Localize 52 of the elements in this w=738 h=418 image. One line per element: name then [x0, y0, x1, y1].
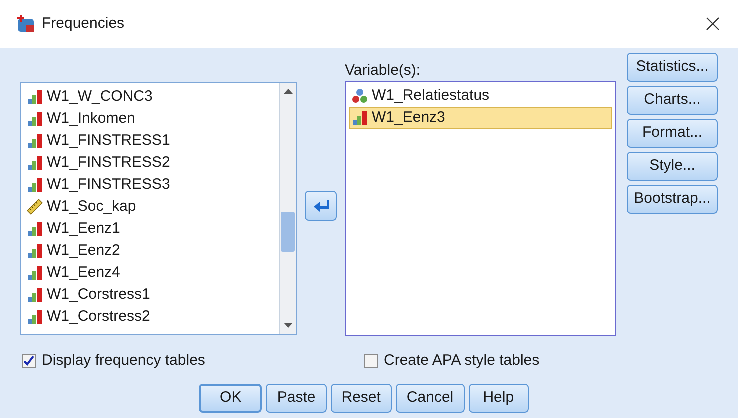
- side-button[interactable]: Format...: [627, 119, 718, 148]
- variable-item[interactable]: W1_Eenz2: [24, 240, 279, 262]
- up-arrow-icon[interactable]: [284, 89, 292, 94]
- bar-chart-icon: [27, 265, 43, 281]
- variable-item[interactable]: W1_Eenz3: [349, 107, 612, 129]
- variable-item[interactable]: W1_FINSTRESS1: [24, 130, 279, 152]
- variable-item[interactable]: W1_FINSTRESS3: [24, 174, 279, 196]
- move-button[interactable]: [305, 191, 337, 221]
- scrollbar[interactable]: [279, 83, 296, 334]
- variable-item[interactable]: W1_Inkomen: [24, 108, 279, 130]
- down-arrow-icon[interactable]: [284, 323, 292, 328]
- bar-chart-icon: [352, 110, 368, 126]
- side-button[interactable]: Bootstrap...: [627, 185, 718, 214]
- bar-chart-icon: [27, 111, 43, 127]
- side-button[interactable]: Statistics...: [627, 53, 718, 82]
- variables-label: Variable(s):: [345, 61, 422, 81]
- bar-chart-icon: [27, 133, 43, 149]
- bar-chart-icon: [27, 243, 43, 259]
- variable-item[interactable]: W1_Corstress1: [24, 284, 279, 306]
- left-arrow-icon: [313, 199, 329, 213]
- bar-chart-icon: [27, 287, 43, 303]
- dialog-button[interactable]: OK: [199, 384, 262, 412]
- variable-item[interactable]: W1_Soc_kap: [24, 196, 279, 218]
- side-button[interactable]: Style...: [627, 152, 718, 181]
- window-title: Frequencies: [42, 14, 125, 34]
- source-variable-list[interactable]: W1_W_CONC3 W1_Inkomen W1_FINSTRESS1 W1_FINSTRESS2 W1_FINSTRESS3 W1_Soc_kap W1_Eenz1 W1_Eenz2 W1_Eenz4 W1_Corstress1 W1_Corstress2: [20, 82, 297, 335]
- scrollbar-thumb[interactable]: [281, 212, 295, 252]
- variable-item[interactable]: W1_W_CONC3: [24, 86, 279, 108]
- bar-chart-icon: [27, 221, 43, 237]
- checkbox[interactable]: [364, 354, 378, 368]
- checkbox-label: Create APA style tables: [384, 351, 540, 371]
- variable-item[interactable]: W1_FINSTRESS2: [24, 152, 279, 174]
- dialog-button[interactable]: Paste: [266, 384, 327, 412]
- check-icon: [23, 355, 35, 368]
- bar-chart-icon: [27, 309, 43, 325]
- checkbox-label: Display frequency tables: [42, 351, 206, 371]
- close-icon[interactable]: [706, 17, 720, 31]
- variable-item[interactable]: W1_Eenz4: [24, 262, 279, 284]
- dialog-button[interactable]: Cancel: [396, 384, 465, 412]
- side-button[interactable]: Charts...: [627, 86, 718, 115]
- variable-item[interactable]: W1_Eenz1: [24, 218, 279, 240]
- bar-chart-icon: [27, 177, 43, 193]
- app-icon: [16, 14, 36, 34]
- variable-item[interactable]: W1_Relatiestatus: [349, 85, 612, 107]
- bar-chart-icon: [27, 155, 43, 171]
- three-balls-icon: [352, 88, 368, 104]
- variables-list[interactable]: W1_Relatiestatus W1_Eenz3: [345, 81, 616, 336]
- bar-chart-icon: [27, 89, 43, 105]
- checkbox[interactable]: [22, 354, 36, 368]
- variable-item[interactable]: W1_Corstress2: [24, 306, 279, 328]
- dialog-button[interactable]: Help: [468, 384, 529, 412]
- dialog-button[interactable]: Reset: [330, 384, 392, 412]
